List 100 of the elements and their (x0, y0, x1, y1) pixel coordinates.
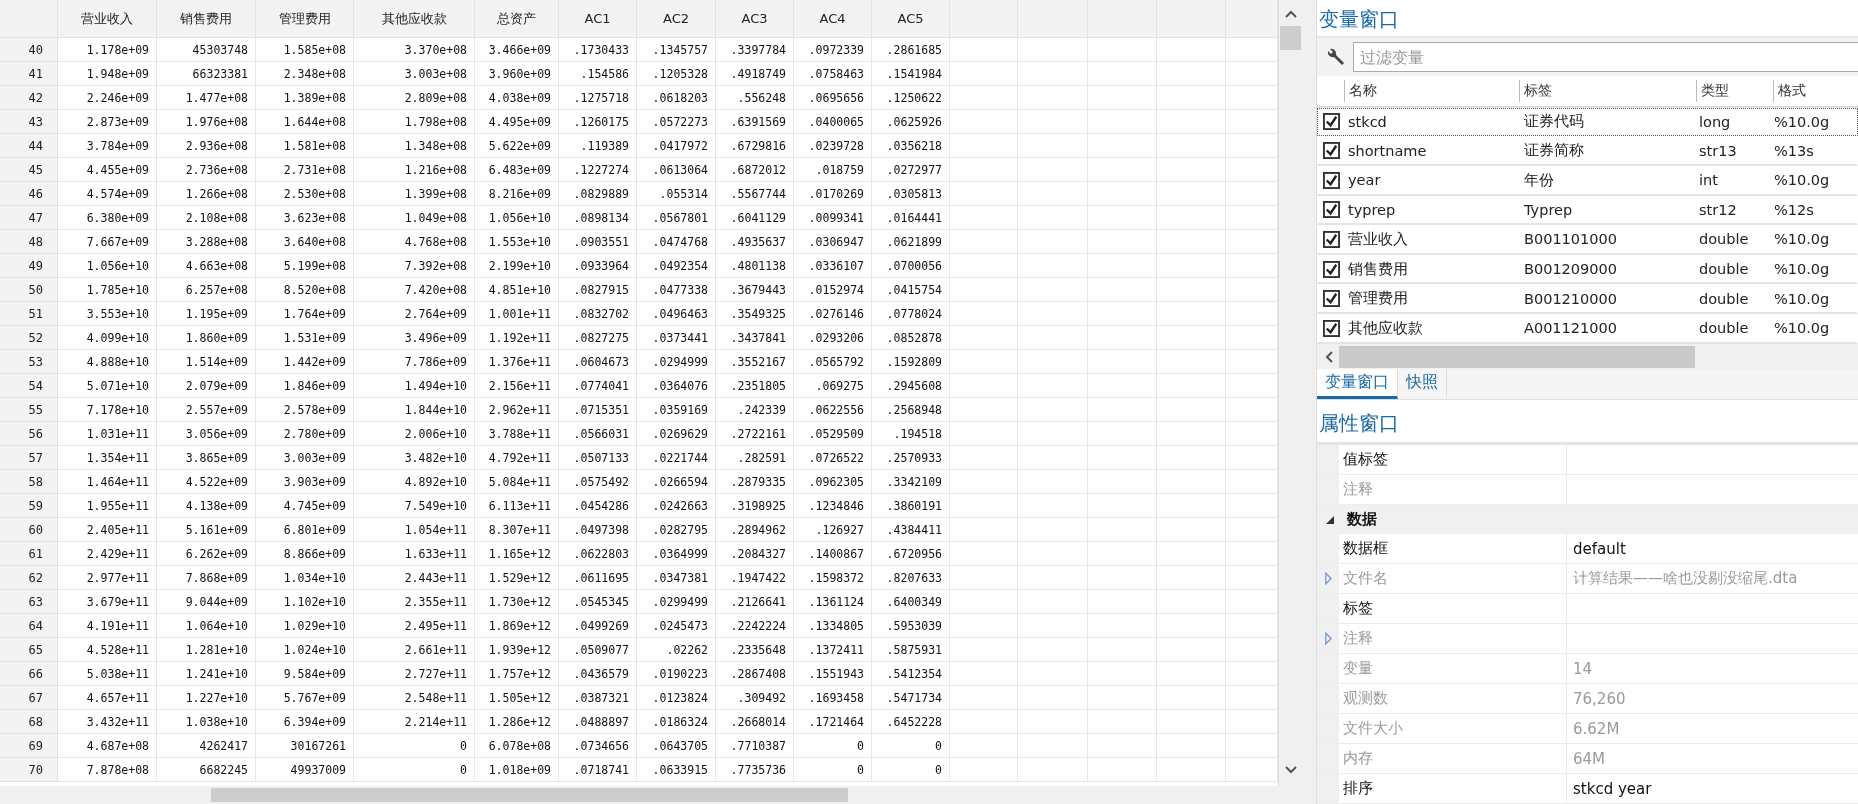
variable-row[interactable]: 销售费用 B001209000 double %10.0g (1317, 254, 1858, 285)
table-cell: 2.780e+09 (256, 422, 354, 446)
scroll-up-icon[interactable] (1285, 10, 1297, 18)
wrench-icon[interactable] (1325, 47, 1345, 67)
table-cell: 4.528e+11 (58, 638, 157, 662)
table-cell: 7.178e+10 (58, 398, 157, 422)
empty-cell (1157, 350, 1226, 374)
column-header[interactable]: 名称 (1344, 79, 1519, 102)
scroll-left-icon[interactable] (1325, 350, 1333, 363)
table-cell: 1.029e+10 (256, 614, 354, 638)
section-header[interactable]: 数据 (1317, 505, 1858, 534)
variable-row[interactable]: 营业收入 B001101000 double %10.0g (1317, 225, 1858, 255)
variable-row[interactable]: shortname 证券简称 str13 %13s (1317, 136, 1858, 166)
checkbox[interactable] (1323, 231, 1340, 248)
checkbox[interactable] (1323, 290, 1340, 308)
column-header[interactable]: AC5 (872, 0, 950, 38)
variable-format: %13s (1773, 142, 1815, 159)
empty-cell (1088, 638, 1157, 662)
property-row[interactable]: 标签 (1317, 594, 1858, 624)
table-cell: .0507133 (559, 446, 637, 470)
checkbox[interactable] (1323, 142, 1340, 160)
empty-cell (1157, 494, 1226, 518)
table-cell: .1598372 (794, 566, 872, 590)
table-cell: .0575492 (559, 470, 637, 494)
row-number: 69 (0, 734, 58, 758)
column-header[interactable]: 营业收入 (58, 0, 157, 38)
table-cell: .2861685 (872, 38, 950, 62)
horizontal-scrollbar[interactable] (1317, 343, 1858, 370)
table-cell: .1234846 (794, 494, 872, 518)
row-number: 64 (0, 614, 58, 638)
column-header[interactable]: 其他应收款 (354, 0, 475, 38)
empty-cell (1088, 302, 1157, 326)
checkbox[interactable] (1323, 171, 1340, 189)
variable-row[interactable]: stkcd 证券代码 long %10.0g (1317, 107, 1858, 137)
table-cell: .1227274 (559, 158, 637, 182)
column-header[interactable]: 管理费用 (256, 0, 354, 38)
column-header[interactable]: 类型 (1696, 79, 1773, 102)
table-cell: .0903551 (559, 230, 637, 254)
empty-cell (1088, 278, 1157, 302)
filter-field[interactable]: 过滤变量 (1353, 42, 1858, 72)
row-gutter (1317, 774, 1339, 803)
table-cell: .0832702 (559, 302, 637, 326)
variable-name: 营业收入 (1347, 230, 1409, 249)
horizontal-scrollbar[interactable] (0, 786, 1302, 804)
table-cell: .2084327 (716, 542, 794, 566)
column-header[interactable]: 总资产 (475, 0, 559, 38)
table-cell: .0604673 (559, 350, 637, 374)
variable-row[interactable]: 管理费用 B001210000 double %10.0g (1317, 284, 1858, 315)
table-cell: .1372411 (794, 638, 872, 662)
scroll-thumb[interactable] (1339, 345, 1695, 368)
checkbox[interactable] (1323, 319, 1340, 337)
table-cell: 6.394e+09 (256, 710, 354, 734)
row-gutter (1317, 684, 1339, 713)
row-number: 42 (0, 86, 58, 110)
table-cell: .069275 (794, 374, 872, 398)
empty-cell (1088, 326, 1157, 350)
table-cell: 3.903e+09 (256, 470, 354, 494)
property-row[interactable]: 值标签 (1317, 445, 1858, 475)
table-cell: 2.348e+08 (256, 62, 354, 86)
expand-icon[interactable] (1325, 514, 1335, 525)
variable-row[interactable]: year 年份 int %10.0g (1317, 165, 1858, 196)
column-header[interactable]: 标签 (1519, 79, 1696, 102)
table-cell: 2.355e+11 (354, 590, 475, 614)
panel-tab[interactable]: 变量窗口 (1317, 369, 1398, 399)
column-header[interactable]: AC4 (794, 0, 872, 38)
checkbox[interactable] (1323, 201, 1340, 219)
table-cell: .0695656 (794, 86, 872, 110)
checkbox[interactable] (1323, 113, 1340, 131)
empty-cell (1018, 758, 1088, 782)
column-header[interactable]: AC1 (559, 0, 637, 38)
empty-cell (1088, 86, 1157, 110)
table-cell: 1.056e+10 (475, 206, 559, 230)
table-cell: 5.038e+11 (58, 662, 157, 686)
empty-cell (1018, 230, 1088, 254)
checkbox[interactable] (1323, 260, 1340, 278)
column-header[interactable]: 销售费用 (157, 0, 256, 38)
table-cell: .0364999 (637, 542, 716, 566)
row-number: 60 (0, 518, 58, 542)
empty-cell (1157, 422, 1226, 446)
empty-cell (1088, 542, 1157, 566)
table-cell: .4935637 (716, 230, 794, 254)
property-row[interactable]: 数据框 default (1317, 534, 1858, 564)
scroll-down-icon[interactable] (1285, 766, 1297, 774)
column-header[interactable]: AC3 (716, 0, 794, 38)
table-cell: .0715351 (559, 398, 637, 422)
table-cell: 8.307e+11 (475, 518, 559, 542)
scroll-thumb[interactable] (1280, 26, 1301, 50)
column-header[interactable]: 格式 (1773, 79, 1858, 102)
property-row[interactable]: 排序 stkcd year (1317, 774, 1858, 804)
property-name: 数据框 (1343, 539, 1388, 558)
column-header[interactable]: AC2 (637, 0, 716, 38)
property-value: default (1573, 539, 1626, 558)
table-cell: 4262417 (157, 734, 256, 758)
empty-cell (1157, 374, 1226, 398)
empty-cell (950, 278, 1018, 302)
empty-cell (1018, 686, 1088, 710)
empty-cell (1157, 278, 1226, 302)
empty-cell (950, 374, 1018, 398)
variable-row[interactable]: typrep Typrep str12 %12s (1317, 195, 1858, 226)
scroll-thumb[interactable] (211, 788, 848, 802)
